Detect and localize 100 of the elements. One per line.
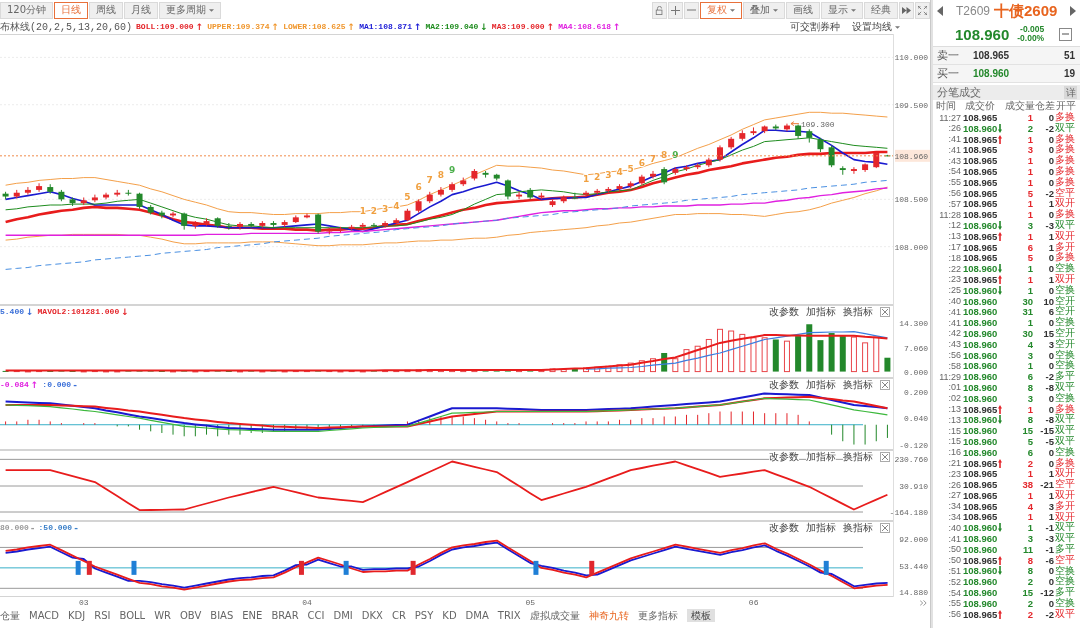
axis-label: 110.000	[894, 53, 928, 63]
order-price: 108.960	[973, 68, 1011, 79]
trade-type: 多开	[1054, 241, 1076, 253]
trade-time: :26	[947, 479, 962, 490]
trade-price: 108.965	[963, 468, 998, 480]
trade-price: 108.960	[963, 263, 998, 275]
open-interest-change: -2	[1044, 608, 1054, 620]
trade-volume: 2	[1026, 576, 1033, 588]
axis-label: 53.440	[899, 561, 928, 571]
trade-price: 108.965	[963, 511, 998, 523]
trade-price: 108.960	[963, 533, 998, 545]
trade-time: :54	[947, 587, 962, 598]
axis-label: 108.500	[894, 195, 928, 205]
open-interest-change: -12	[1039, 587, 1054, 599]
trade-volume: 3	[1026, 349, 1033, 361]
trade-price: 108.960	[963, 565, 998, 577]
trade-type: 空平	[1054, 187, 1076, 198]
open-interest-change: 3	[1047, 500, 1054, 512]
axis-label: 04	[302, 598, 312, 607]
open-interest-change: 1	[1047, 230, 1054, 242]
trade-type: 双开	[1054, 274, 1076, 285]
trade-time: :17	[947, 242, 962, 253]
open-interest-change: -21	[1039, 479, 1054, 491]
trade-type: 双平	[1054, 436, 1076, 447]
trade-type: 多换	[1054, 112, 1076, 123]
trade-price: 108.965	[963, 112, 998, 123]
trade-type: 双平	[1054, 122, 1076, 134]
indicator-value: :50.000	[38, 523, 73, 533]
trend-arrow: ↓	[121, 307, 129, 317]
open-interest-change: 0	[1047, 403, 1054, 415]
trade-price: 108.965	[963, 166, 998, 177]
count-label: 1	[582, 173, 590, 184]
trade-time: :34	[947, 512, 962, 522]
open-interest-change: -6	[1044, 554, 1054, 566]
trade-volume: 1	[1026, 230, 1033, 242]
order-side-label: 卖一	[937, 48, 960, 63]
trade-volume: 6	[1026, 241, 1033, 253]
trade-type: 多平	[1054, 587, 1076, 598]
trade-price: 108.965	[963, 198, 998, 210]
open-interest-change: -2	[1044, 187, 1054, 199]
section-title: 分笔成交	[937, 85, 981, 100]
trade-type: 双平	[1054, 608, 1076, 620]
trade-type: 空换	[1054, 597, 1076, 609]
open-interest-change: 10	[1042, 295, 1054, 307]
open-interest-change: -2	[1044, 122, 1054, 134]
trend-arrow: ↑	[30, 380, 39, 390]
trade-type: 空开	[1054, 338, 1076, 349]
trade-volume: 8	[1026, 554, 1033, 566]
trade-price: 108.960	[963, 306, 998, 318]
indicator-value: LOWER:108.625	[283, 22, 346, 32]
trade-type: 多换	[1054, 133, 1076, 145]
column-header: 成交价	[965, 100, 996, 112]
trade-type: 多开	[1054, 500, 1076, 511]
trade-price: 108.965	[963, 209, 998, 221]
trade-time: :50	[947, 555, 962, 566]
trade-volume: 1	[1026, 209, 1033, 221]
trade-time: :21	[947, 458, 962, 468]
percent-change: -0.00%	[1017, 34, 1045, 43]
trade-price: 108.960	[963, 587, 998, 599]
open-interest-change: 0	[1047, 446, 1054, 458]
trade-type: 双平	[1054, 414, 1076, 425]
price-change: -0.005	[1020, 25, 1045, 34]
trade-price: 108.965	[963, 144, 998, 156]
trade-volume: 1	[1026, 176, 1033, 188]
indicator-value: MA2:109.040	[425, 22, 479, 32]
trade-price: 108.960	[963, 219, 998, 231]
trade-volume: 38	[1021, 479, 1033, 491]
trade-price: 108.960	[963, 327, 998, 339]
count-label: 9	[448, 165, 456, 176]
trade-time: :01	[947, 382, 962, 393]
trade-time: :52	[947, 576, 962, 587]
trade-time: :40	[947, 522, 962, 533]
trend-arrow: ↑	[195, 22, 204, 32]
trade-price: 108.965	[963, 554, 998, 566]
trade-time: :15	[947, 436, 962, 447]
indicator-name: 布林线(20,2,5,13,20,60)	[0, 21, 133, 34]
trade-time: :56	[947, 350, 962, 361]
count-label: 5	[627, 164, 634, 175]
open-interest-change: 0	[1047, 144, 1054, 156]
trade-time: :13	[947, 404, 962, 414]
trade-price: 108.965	[963, 273, 998, 285]
trade-time: :23	[947, 468, 962, 479]
trade-type: 双开	[1054, 230, 1076, 241]
trade-type: 空换	[1054, 360, 1076, 371]
last-price-tag: 108.960	[894, 149, 930, 162]
indicator-value: :0.000	[42, 380, 72, 390]
trade-type: 双平	[1054, 533, 1076, 544]
trade-price: 108.960	[963, 435, 998, 447]
indicator-value: MAVOL2:101281.000	[37, 307, 120, 317]
trade-type: 多换	[1054, 252, 1076, 263]
trade-time: :02	[947, 393, 962, 404]
open-interest-change: -5	[1044, 435, 1054, 447]
trade-type: 空换	[1054, 392, 1076, 403]
trade-volume: 8	[1026, 381, 1033, 393]
count-label: 5	[404, 191, 411, 202]
trade-time: :15	[947, 425, 962, 436]
open-interest-change: 1	[1047, 511, 1054, 523]
trade-type: 双平	[1054, 522, 1076, 533]
count-label: 2	[594, 171, 601, 182]
trade-time: :22	[947, 263, 962, 274]
